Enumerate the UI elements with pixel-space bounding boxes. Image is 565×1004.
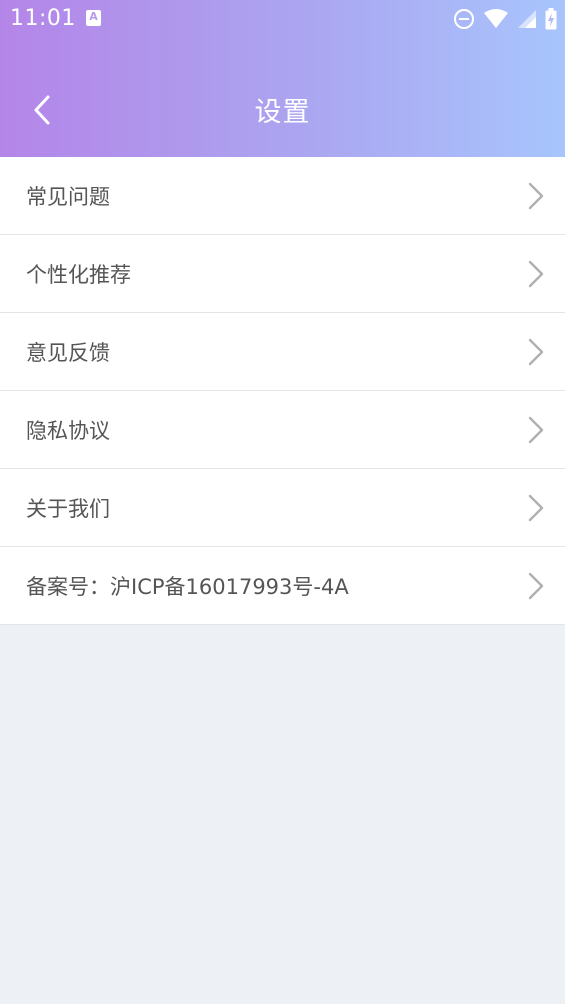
menu-item-label: 备案号：沪ICP备16017993号-4A (26, 574, 349, 599)
menu-item-label: 意见反馈 (26, 340, 110, 365)
header-bar: 11:01 A 设置 (0, 0, 565, 157)
wifi-icon (484, 9, 508, 28)
menu-item-label: 个性化推荐 (26, 262, 131, 287)
menu-item-faq[interactable]: 常见问题 (0, 157, 565, 235)
menu-item-about-us[interactable]: 关于我们 (0, 469, 565, 547)
page-title: 设置 (254, 97, 311, 128)
status-icons (453, 8, 557, 30)
menu-item-label: 常见问题 (26, 184, 110, 209)
menu-item-personalized-recommendation[interactable]: 个性化推荐 (0, 235, 565, 313)
notification-app-icon: A (86, 10, 101, 26)
status-bar: 11:01 A (0, 0, 565, 38)
settings-list: 常见问题 个性化推荐 意见反馈 隐私协议 关于我们 备案号：沪ICP备16017… (0, 157, 565, 625)
chevron-right-icon (528, 338, 544, 365)
chevron-right-icon (528, 260, 544, 287)
chevron-right-icon (528, 182, 544, 209)
menu-item-label: 关于我们 (26, 496, 110, 521)
chevron-right-icon (528, 572, 544, 599)
menu-item-feedback[interactable]: 意见反馈 (0, 313, 565, 391)
status-time: 11:01 (10, 6, 76, 31)
do-not-disturb-icon (454, 9, 474, 29)
chevron-right-icon (528, 494, 544, 521)
battery-charging-icon (545, 8, 557, 30)
menu-item-privacy-policy[interactable]: 隐私协议 (0, 391, 565, 469)
menu-item-label: 隐私协议 (26, 418, 110, 443)
chevron-right-icon (528, 416, 544, 443)
cellular-signal-icon (518, 10, 536, 28)
menu-item-icp-record[interactable]: 备案号：沪ICP备16017993号-4A (0, 547, 565, 625)
